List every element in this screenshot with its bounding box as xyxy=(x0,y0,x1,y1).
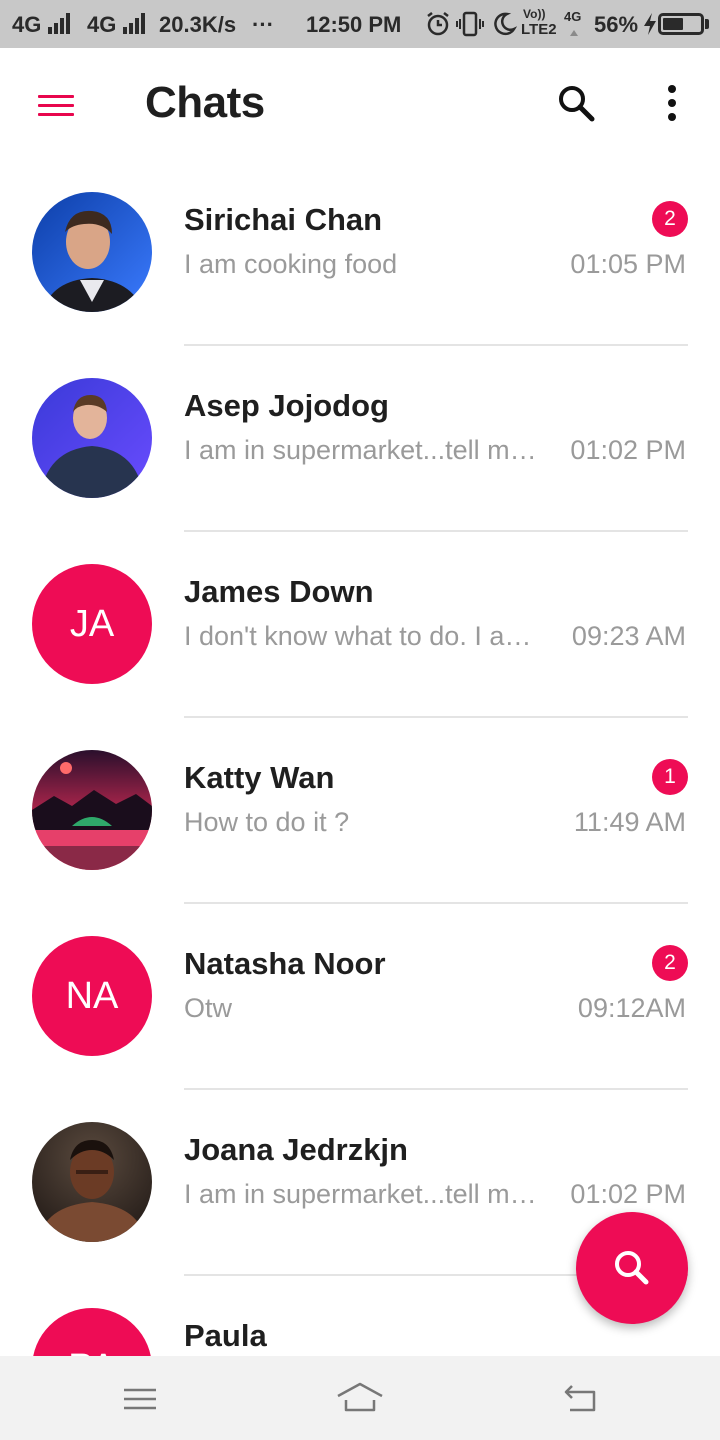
chat-name: James Down xyxy=(184,574,374,609)
status-time: 12:50 PM xyxy=(306,12,402,37)
avatar xyxy=(32,192,152,312)
unread-badge: 1 xyxy=(652,759,688,795)
battery-percent: 56% xyxy=(594,12,639,37)
chat-row-natasha-noor[interactable]: NA Natasha Noor Otw 09:12AM 2 xyxy=(0,904,720,1090)
volte-label: Vo)) xyxy=(523,7,546,21)
chat-time: 11:49 AM xyxy=(573,807,686,837)
search-icon xyxy=(615,1251,649,1285)
home-icon[interactable] xyxy=(330,1374,390,1422)
avatar-photo xyxy=(32,750,152,870)
chat-list: Sirichai Chan I am cooking food 01:05 PM… xyxy=(0,160,720,1356)
avatar-initials: NA xyxy=(32,936,152,1056)
chat-time: 01:05 PM xyxy=(570,249,686,279)
chat-name: Paula xyxy=(184,1318,267,1353)
chat-preview: How to do it ? xyxy=(184,807,350,837)
signal-icon xyxy=(123,13,145,34)
app-bar: Chats xyxy=(0,48,720,160)
chat-preview: Otw xyxy=(184,993,233,1023)
chat-row-sirichai-chan[interactable]: Sirichai Chan I am cooking food 01:05 PM… xyxy=(0,160,720,346)
unread-badge: 2 xyxy=(652,201,688,237)
chat-preview: I am in supermarket...tell me what to bu… xyxy=(184,1179,544,1209)
avatar xyxy=(32,750,152,870)
avatar-photo xyxy=(32,1122,152,1242)
page-title: Chats xyxy=(145,78,265,127)
chat-time: 01:02 PM xyxy=(570,435,686,465)
battery-tip xyxy=(705,19,709,29)
network-speed: 20.3K/s xyxy=(159,12,237,37)
avatar-initials: PA xyxy=(32,1308,152,1356)
chat-time: 01:02 PM xyxy=(570,1179,686,1209)
charging-bolt-icon xyxy=(644,13,656,35)
back-icon[interactable] xyxy=(550,1374,610,1422)
chat-preview: I am in supermarket...tell me what to bu… xyxy=(184,435,544,465)
battery-icon xyxy=(658,13,704,35)
chat-time: 09:12AM xyxy=(577,993,686,1023)
chat-name: Natasha Noor xyxy=(184,946,386,981)
chat-row-asep-jojodog[interactable]: Asep Jojodog I am in supermarket...tell … xyxy=(0,346,720,532)
avatar-initials: JA xyxy=(32,564,152,684)
battery-level xyxy=(663,18,683,30)
menu-icon[interactable] xyxy=(110,1374,170,1422)
network-label-2: 4G xyxy=(87,12,117,37)
chat-row-katty-wan[interactable]: Katty Wan How to do it ? 11:49 AM 1 xyxy=(0,718,720,904)
search-icon[interactable] xyxy=(552,79,600,127)
unread-badge: 2 xyxy=(652,945,688,981)
avatar-photo xyxy=(32,378,152,498)
chat-preview: I am cooking food xyxy=(184,249,398,279)
alarm-icon xyxy=(427,12,449,36)
avatar xyxy=(32,378,152,498)
more-notifications: ··· xyxy=(252,12,274,37)
chat-name: Asep Jojodog xyxy=(184,388,389,423)
chat-name: Joana Jedrzkjn xyxy=(184,1132,408,1167)
system-nav-bar xyxy=(0,1356,720,1440)
more-vertical-icon[interactable] xyxy=(648,79,696,127)
signal-icon xyxy=(48,13,70,34)
search-fab-button[interactable] xyxy=(576,1212,688,1324)
network-label-1: 4G xyxy=(12,12,42,37)
avatar-photo xyxy=(32,192,152,312)
lte-label: LTE2 xyxy=(521,21,557,38)
avatar xyxy=(32,1122,152,1242)
data-arrows-icon xyxy=(570,30,578,36)
chat-row-james-down[interactable]: JA James Down I don't know what to do. I… xyxy=(0,532,720,718)
chat-time: 09:23 AM xyxy=(571,621,686,651)
chat-preview: I don't know what to do. I am confused xyxy=(184,621,544,651)
status-bar: 4G 4G 20.3K/s ··· 12:50 PM Vo)) LTE2 4G … xyxy=(0,0,720,48)
vibrate-icon xyxy=(456,11,484,37)
hamburger-menu-icon[interactable] xyxy=(36,90,76,120)
network-small-label: 4G xyxy=(564,9,582,24)
chat-name: Katty Wan xyxy=(184,760,335,795)
chat-name: Sirichai Chan xyxy=(184,202,383,237)
do-not-disturb-moon-icon xyxy=(494,12,517,36)
